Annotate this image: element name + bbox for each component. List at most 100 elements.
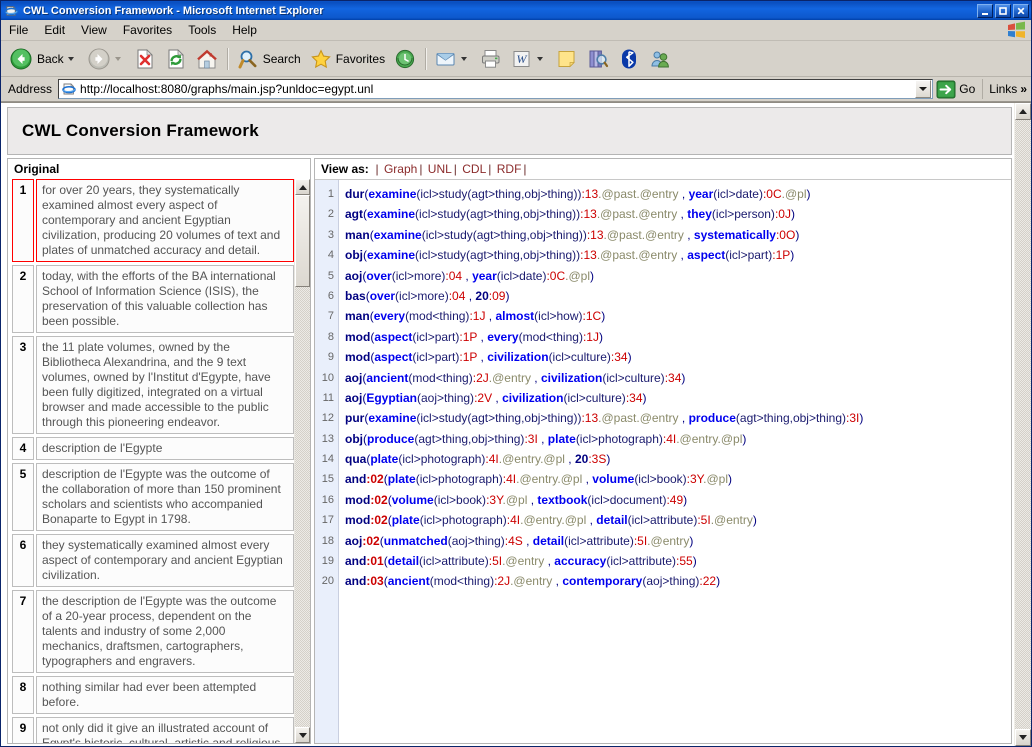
address-input[interactable]: http://localhost:8080/graphs/main.jsp?un… bbox=[58, 79, 933, 99]
unl-expression[interactable]: man(examine(icl>study(agt>thing,obj>thin… bbox=[345, 225, 1011, 245]
scroll-thumb[interactable] bbox=[295, 195, 310, 287]
unl-expression[interactable]: pur(examine(icl>study(agt>thing,obj>thin… bbox=[345, 408, 1011, 428]
scroll-down-button[interactable] bbox=[295, 727, 310, 743]
unl-token-punc: , bbox=[462, 269, 472, 283]
unl-expression[interactable]: obj(produce(agt>thing,obj>thing):3I , pl… bbox=[345, 429, 1011, 449]
unl-expression[interactable]: mod:02(plate(icl>photograph):4I.@entry.@… bbox=[345, 510, 1011, 530]
forward-dropdown-icon[interactable] bbox=[115, 57, 121, 61]
address-dropdown-icon[interactable] bbox=[915, 80, 931, 98]
sentence-text[interactable]: not only did it give an illustrated acco… bbox=[36, 717, 294, 743]
view-option-rdf[interactable]: RDF bbox=[495, 162, 524, 176]
unl-token-punc: ) bbox=[795, 228, 799, 242]
sentence-row[interactable]: 7the description de l'Egypte was the out… bbox=[12, 590, 294, 673]
back-button[interactable]: Back bbox=[5, 43, 82, 75]
unl-token-id: :1C bbox=[583, 309, 602, 323]
sentence-text[interactable]: today, with the efforts of the BA intern… bbox=[36, 265, 294, 333]
edit-dropdown-icon[interactable] bbox=[537, 57, 543, 61]
menu-file[interactable]: File bbox=[1, 21, 36, 39]
history-button[interactable] bbox=[390, 43, 420, 75]
print-button[interactable] bbox=[476, 43, 506, 75]
scroll-up-button[interactable] bbox=[295, 179, 310, 195]
back-dropdown-icon[interactable] bbox=[68, 57, 74, 61]
unl-expression[interactable]: man(every(mod<thing):1J , almost(icl>how… bbox=[345, 306, 1011, 326]
unl-expression[interactable]: mod(aspect(icl>part):1P , civilization(i… bbox=[345, 347, 1011, 367]
sentence-list[interactable]: 1for over 20 years, they systematically … bbox=[8, 179, 294, 743]
unl-expression-list[interactable]: dur(examine(icl>study(agt>thing,obj>thin… bbox=[339, 180, 1011, 743]
refresh-button[interactable] bbox=[161, 43, 191, 75]
research-button[interactable] bbox=[583, 43, 613, 75]
stop-button[interactable] bbox=[130, 43, 160, 75]
menu-edit[interactable]: Edit bbox=[36, 21, 73, 39]
menu-tools[interactable]: Tools bbox=[180, 21, 224, 39]
links-button[interactable]: Links » bbox=[982, 79, 1029, 99]
home-button[interactable] bbox=[192, 43, 222, 75]
sentence-list-scrollbar[interactable] bbox=[294, 179, 310, 743]
unl-expression[interactable]: aoj(ancient(mod<thing):2J.@entry , civil… bbox=[345, 368, 1011, 388]
mail-dropdown-icon[interactable] bbox=[461, 57, 467, 61]
menu-view[interactable]: View bbox=[73, 21, 115, 39]
unl-expression[interactable]: aoj(over(icl>more):04 , year(icl>date):0… bbox=[345, 266, 1011, 286]
sentence-text[interactable]: the description de l'Egypte was the outc… bbox=[36, 590, 294, 673]
notes-button[interactable] bbox=[552, 43, 582, 75]
sentence-row[interactable]: 5description de l'Egypte was the outcome… bbox=[12, 463, 294, 531]
forward-button[interactable] bbox=[83, 43, 129, 75]
minimize-button[interactable] bbox=[977, 4, 993, 18]
messenger-button[interactable] bbox=[645, 43, 675, 75]
sentence-text[interactable]: description de l'Egypte was the outcome … bbox=[36, 463, 294, 531]
sentence-text[interactable]: they systematically examined almost ever… bbox=[36, 534, 294, 587]
unl-expression[interactable]: bas(over(icl>more):04 , 20:09) bbox=[345, 286, 1011, 306]
menu-help[interactable]: Help bbox=[224, 21, 265, 39]
sentence-row[interactable]: 9not only did it give an illustrated acc… bbox=[12, 717, 294, 743]
unl-expression[interactable]: and:03(ancient(mod<thing):2J.@entry , co… bbox=[345, 571, 1011, 591]
unl-expression[interactable]: aoj:02(unmatched(aoj>thing):4S , detail(… bbox=[345, 531, 1011, 551]
line-number: 16 bbox=[315, 490, 338, 510]
bluetooth-button[interactable] bbox=[614, 43, 644, 75]
unl-expression[interactable]: dur(examine(icl>study(agt>thing,obj>thin… bbox=[345, 184, 1011, 204]
sentence-row[interactable]: 3the 11 plate volumes, owned by the Bibl… bbox=[12, 336, 294, 434]
unl-token-rel: and bbox=[345, 574, 366, 588]
unl-expression[interactable]: aoj(Egyptian(aoj>thing):2V , civilizatio… bbox=[345, 388, 1011, 408]
search-button[interactable]: Search bbox=[233, 43, 305, 75]
sentence-row[interactable]: 8nothing similar had ever been attempted… bbox=[12, 676, 294, 714]
sentence-row[interactable]: 6they systematically examined almost eve… bbox=[12, 534, 294, 587]
unl-expression[interactable]: qua(plate(icl>photograph):4I.@entry.@pl … bbox=[345, 449, 1011, 469]
sentence-row[interactable]: 2today, with the efforts of the BA inter… bbox=[12, 265, 294, 333]
view-option-cdl[interactable]: CDL bbox=[460, 162, 488, 176]
favorites-button[interactable]: Favorites bbox=[306, 43, 389, 75]
go-button[interactable]: Go bbox=[933, 80, 979, 99]
unl-expression[interactable]: mod(aspect(icl>part):1P , every(mod<thin… bbox=[345, 327, 1011, 347]
line-number-gutter: 1234567891011121314151617181920 bbox=[315, 180, 339, 743]
mail-button[interactable] bbox=[431, 43, 475, 75]
unl-token-con: (mod<thing) bbox=[519, 330, 583, 344]
page-scrollbar[interactable] bbox=[1014, 103, 1031, 746]
page-scroll-track[interactable] bbox=[1015, 120, 1031, 729]
unl-token-con: (icl>photograph) bbox=[416, 472, 503, 486]
unl-expression[interactable]: and:02(plate(icl>photograph):4I.@entry.@… bbox=[345, 469, 1011, 489]
close-button[interactable] bbox=[1013, 4, 1029, 18]
unl-expression[interactable]: agt(examine(icl>study(agt>thing,obj>thin… bbox=[345, 204, 1011, 224]
scroll-track[interactable] bbox=[295, 287, 310, 727]
view-option-graph[interactable]: Graph bbox=[382, 162, 419, 176]
page-scroll-down-button[interactable] bbox=[1015, 729, 1031, 746]
unl-token-uw: plate bbox=[370, 452, 398, 466]
maximize-button[interactable] bbox=[995, 4, 1011, 18]
sentence-row[interactable]: 4description de l'Egypte bbox=[12, 437, 294, 460]
chevron-right-icon[interactable]: » bbox=[1020, 82, 1027, 96]
unl-expression[interactable]: and:01(detail(icl>attribute):5I.@entry ,… bbox=[345, 551, 1011, 571]
unl-token-rel: obj bbox=[345, 248, 363, 262]
menu-favorites[interactable]: Favorites bbox=[115, 21, 180, 39]
sentence-row[interactable]: 1for over 20 years, they systematically … bbox=[12, 179, 294, 262]
unl-token-id: :22 bbox=[699, 574, 716, 588]
unl-token-uw: systematically bbox=[694, 228, 776, 242]
edit-button[interactable]: W bbox=[507, 43, 551, 75]
page-scroll-up-button[interactable] bbox=[1015, 103, 1031, 120]
unl-token-con: (icl>study(agt>thing,obj>thing)) bbox=[415, 248, 580, 262]
sentence-text[interactable]: description de l'Egypte bbox=[36, 437, 294, 460]
sentence-text[interactable]: the 11 plate volumes, owned by the Bibli… bbox=[36, 336, 294, 434]
sentence-text[interactable]: nothing similar had ever been attempted … bbox=[36, 676, 294, 714]
sentence-text[interactable]: for over 20 years, they systematically e… bbox=[36, 179, 294, 262]
unl-expression[interactable]: mod:02(volume(icl>book):3Y.@pl , textboo… bbox=[345, 490, 1011, 510]
address-url: http://localhost:8080/graphs/main.jsp?un… bbox=[80, 82, 915, 96]
view-option-unl[interactable]: UNL bbox=[426, 162, 454, 176]
unl-expression[interactable]: obj(examine(icl>study(agt>thing,obj>thin… bbox=[345, 245, 1011, 265]
